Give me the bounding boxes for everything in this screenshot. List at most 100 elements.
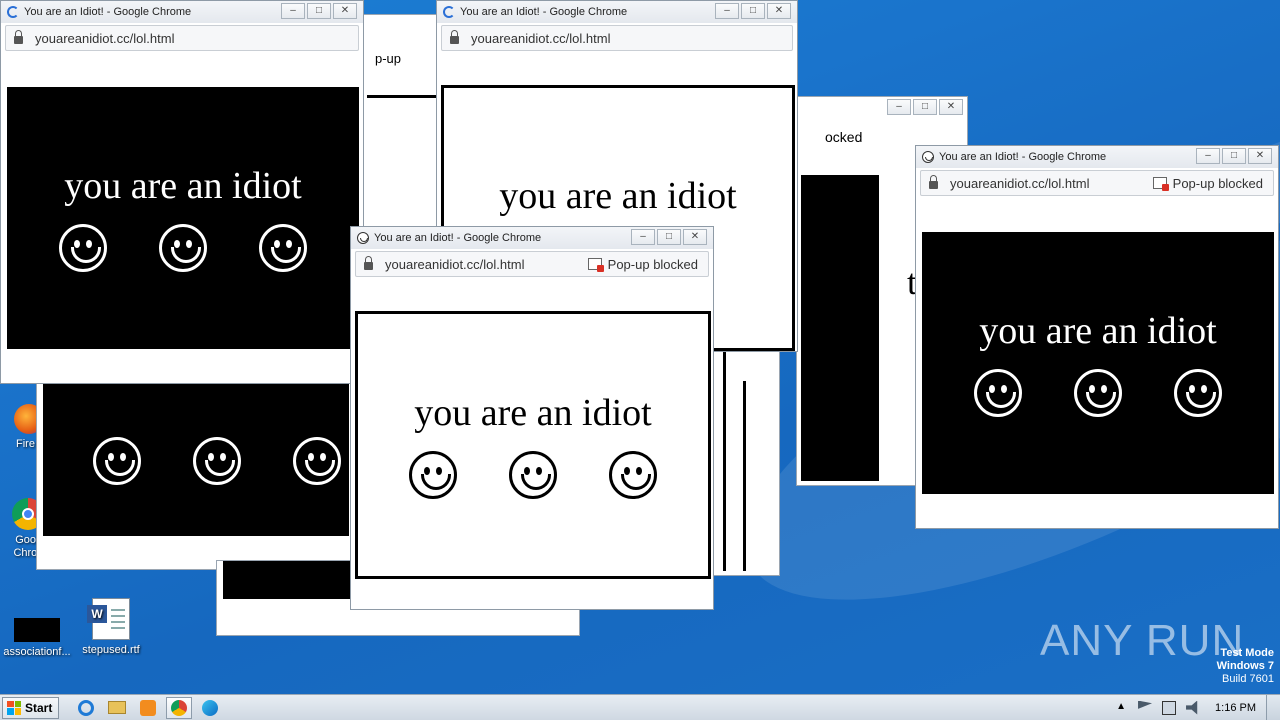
close-button[interactable]: ✕ — [767, 3, 791, 19]
action-center-flag-icon[interactable] — [1138, 700, 1153, 709]
minimize-button[interactable]: – — [887, 99, 911, 115]
window-controls: – □ ✕ — [1196, 148, 1272, 164]
test-mode-line1: Test Mode — [1220, 647, 1274, 659]
maximize-button[interactable]: □ — [1222, 148, 1246, 164]
desktop-icon-label: stepused.rtf — [82, 644, 140, 656]
window-titlebar[interactable]: You are an Idiot! - Google Chrome – □ ✕ — [1, 1, 363, 23]
window-controls: – □ ✕ — [281, 3, 357, 19]
taskbar-chrome-button[interactable] — [166, 696, 193, 719]
taskbar-ie-button[interactable] — [73, 697, 99, 719]
desktop-icon-stepused[interactable]: W stepused.rtf — [74, 598, 148, 656]
smiley-face — [193, 437, 241, 485]
smiley-favicon-icon — [357, 232, 369, 244]
popup-window-fragment — [36, 380, 354, 570]
edge-icon — [202, 699, 219, 716]
close-button[interactable]: ✕ — [333, 3, 357, 19]
minimize-button[interactable]: – — [715, 3, 739, 19]
smiley-row — [59, 224, 307, 272]
smiley-face — [259, 224, 307, 272]
smiley-face — [159, 224, 207, 272]
anyrun-watermark: ANY RUN — [1040, 616, 1244, 666]
address-bar[interactable]: youareanidiot.cc/lol.html — [5, 25, 359, 51]
media-player-icon — [140, 699, 157, 716]
close-button[interactable]: ✕ — [683, 229, 707, 245]
window-titlebar[interactable]: You are an Idiot! - Google Chrome – □ ✕ — [916, 146, 1278, 168]
window-title: You are an Idiot! - Google Chrome — [24, 6, 192, 18]
slogan-text: you are an idiot — [499, 175, 737, 217]
popup-blocked-icon — [1152, 177, 1169, 191]
test-mode-line3: Build 7601 — [1222, 673, 1274, 685]
popup-blocked-icon — [587, 258, 604, 272]
popup-content: you are an idiot — [355, 311, 711, 579]
url-text: youareanidiot.cc/lol.html — [950, 175, 1090, 191]
window-title: You are an Idiot! - Google Chrome — [939, 151, 1107, 163]
lock-icon — [929, 175, 938, 189]
minimize-button[interactable]: – — [1196, 148, 1220, 164]
minimize-button[interactable]: – — [281, 3, 305, 19]
black-file-icon — [14, 618, 60, 642]
show-desktop-button[interactable] — [1266, 695, 1280, 720]
word-doc-icon: W — [87, 598, 130, 640]
desktop-icon-label: associationf... — [3, 646, 71, 658]
window-titlebar[interactable]: You are an Idiot! - Google Chrome – □ ✕ — [351, 227, 713, 249]
smiley-face — [974, 369, 1022, 417]
smiley-face — [1174, 369, 1222, 417]
url-text: youareanidiot.cc/lol.html — [471, 30, 611, 46]
maximize-button[interactable]: □ — [657, 229, 681, 245]
loading-icon — [443, 6, 455, 18]
popup-blocked-text-fragment: p-up — [375, 51, 402, 66]
slogan-text: you are an idiot — [414, 392, 652, 434]
maximize-button[interactable]: □ — [741, 3, 765, 19]
popup-blocked-indicator[interactable]: Pop-up blocked — [587, 256, 698, 272]
window-controls: – □ ✕ — [715, 3, 791, 19]
smiley-row — [93, 437, 341, 485]
popup-blocked-label: Pop-up blocked — [607, 256, 698, 272]
popup-blocked-text-fragment: ocked — [825, 129, 863, 145]
watermark-text: ANY RUN — [1040, 616, 1245, 665]
taskbar-clock[interactable]: 1:16 PM — [1205, 702, 1266, 714]
close-button[interactable]: ✕ — [1248, 148, 1272, 164]
popup-content: you are an idiot — [7, 87, 359, 349]
popup-blocked-indicator[interactable]: Pop-up blocked — [1152, 175, 1263, 191]
network-icon[interactable] — [1162, 700, 1177, 715]
popup-border-fragment — [367, 95, 437, 98]
popup-window[interactable]: You are an Idiot! - Google Chrome – □ ✕ … — [350, 226, 714, 610]
smiley-row — [974, 369, 1222, 417]
address-bar[interactable]: youareanidiot.cc/lol.html Pop-up blocked — [355, 251, 709, 277]
url-text: youareanidiot.cc/lol.html — [35, 30, 175, 46]
lock-icon — [450, 30, 459, 44]
desktop-icon-association[interactable]: associationf... — [0, 616, 74, 658]
smiley-face — [293, 437, 341, 485]
maximize-button[interactable]: □ — [307, 3, 331, 19]
taskbar-media-player-button[interactable] — [135, 697, 161, 719]
volume-icon[interactable] — [1186, 700, 1198, 715]
maximize-button[interactable]: □ — [913, 99, 937, 115]
windows-logo-icon — [7, 700, 21, 715]
smiley-face — [509, 451, 557, 499]
start-button[interactable]: Start — [2, 696, 60, 719]
popup-border-fragment — [743, 381, 746, 571]
taskbar-edge-button[interactable] — [197, 697, 223, 719]
smiley-face — [93, 437, 141, 485]
popup-window-fragment: p-up — [360, 14, 440, 244]
address-bar[interactable]: youareanidiot.cc/lol.html Pop-up blocked — [920, 170, 1274, 196]
taskbar-explorer-button[interactable] — [104, 697, 130, 719]
popup-content: you are an idiot — [922, 232, 1274, 494]
popup-blocked-label: Pop-up blocked — [1172, 175, 1263, 191]
popup-window[interactable]: You are an Idiot! - Google Chrome – □ ✕ … — [915, 145, 1279, 529]
popup-window[interactable]: You are an Idiot! - Google Chrome – □ ✕ … — [0, 0, 364, 384]
lock-icon — [364, 256, 373, 270]
window-controls: – □ ✕ — [631, 229, 707, 245]
close-button[interactable]: ✕ — [939, 99, 963, 115]
smiley-favicon-icon — [922, 151, 934, 163]
chrome-icon — [171, 699, 188, 716]
slogan-text: you are an idiot — [979, 310, 1217, 352]
show-hidden-icons-icon[interactable]: ▲ — [1114, 701, 1128, 715]
address-bar[interactable]: youareanidiot.cc/lol.html — [441, 25, 793, 51]
window-title: You are an Idiot! - Google Chrome — [374, 232, 542, 244]
minimize-button[interactable]: – — [631, 229, 655, 245]
lock-icon — [14, 30, 23, 44]
window-titlebar[interactable]: You are an Idiot! - Google Chrome – □ ✕ — [437, 1, 797, 23]
slogan-text: you are an idiot — [64, 165, 302, 207]
url-text: youareanidiot.cc/lol.html — [385, 256, 525, 272]
